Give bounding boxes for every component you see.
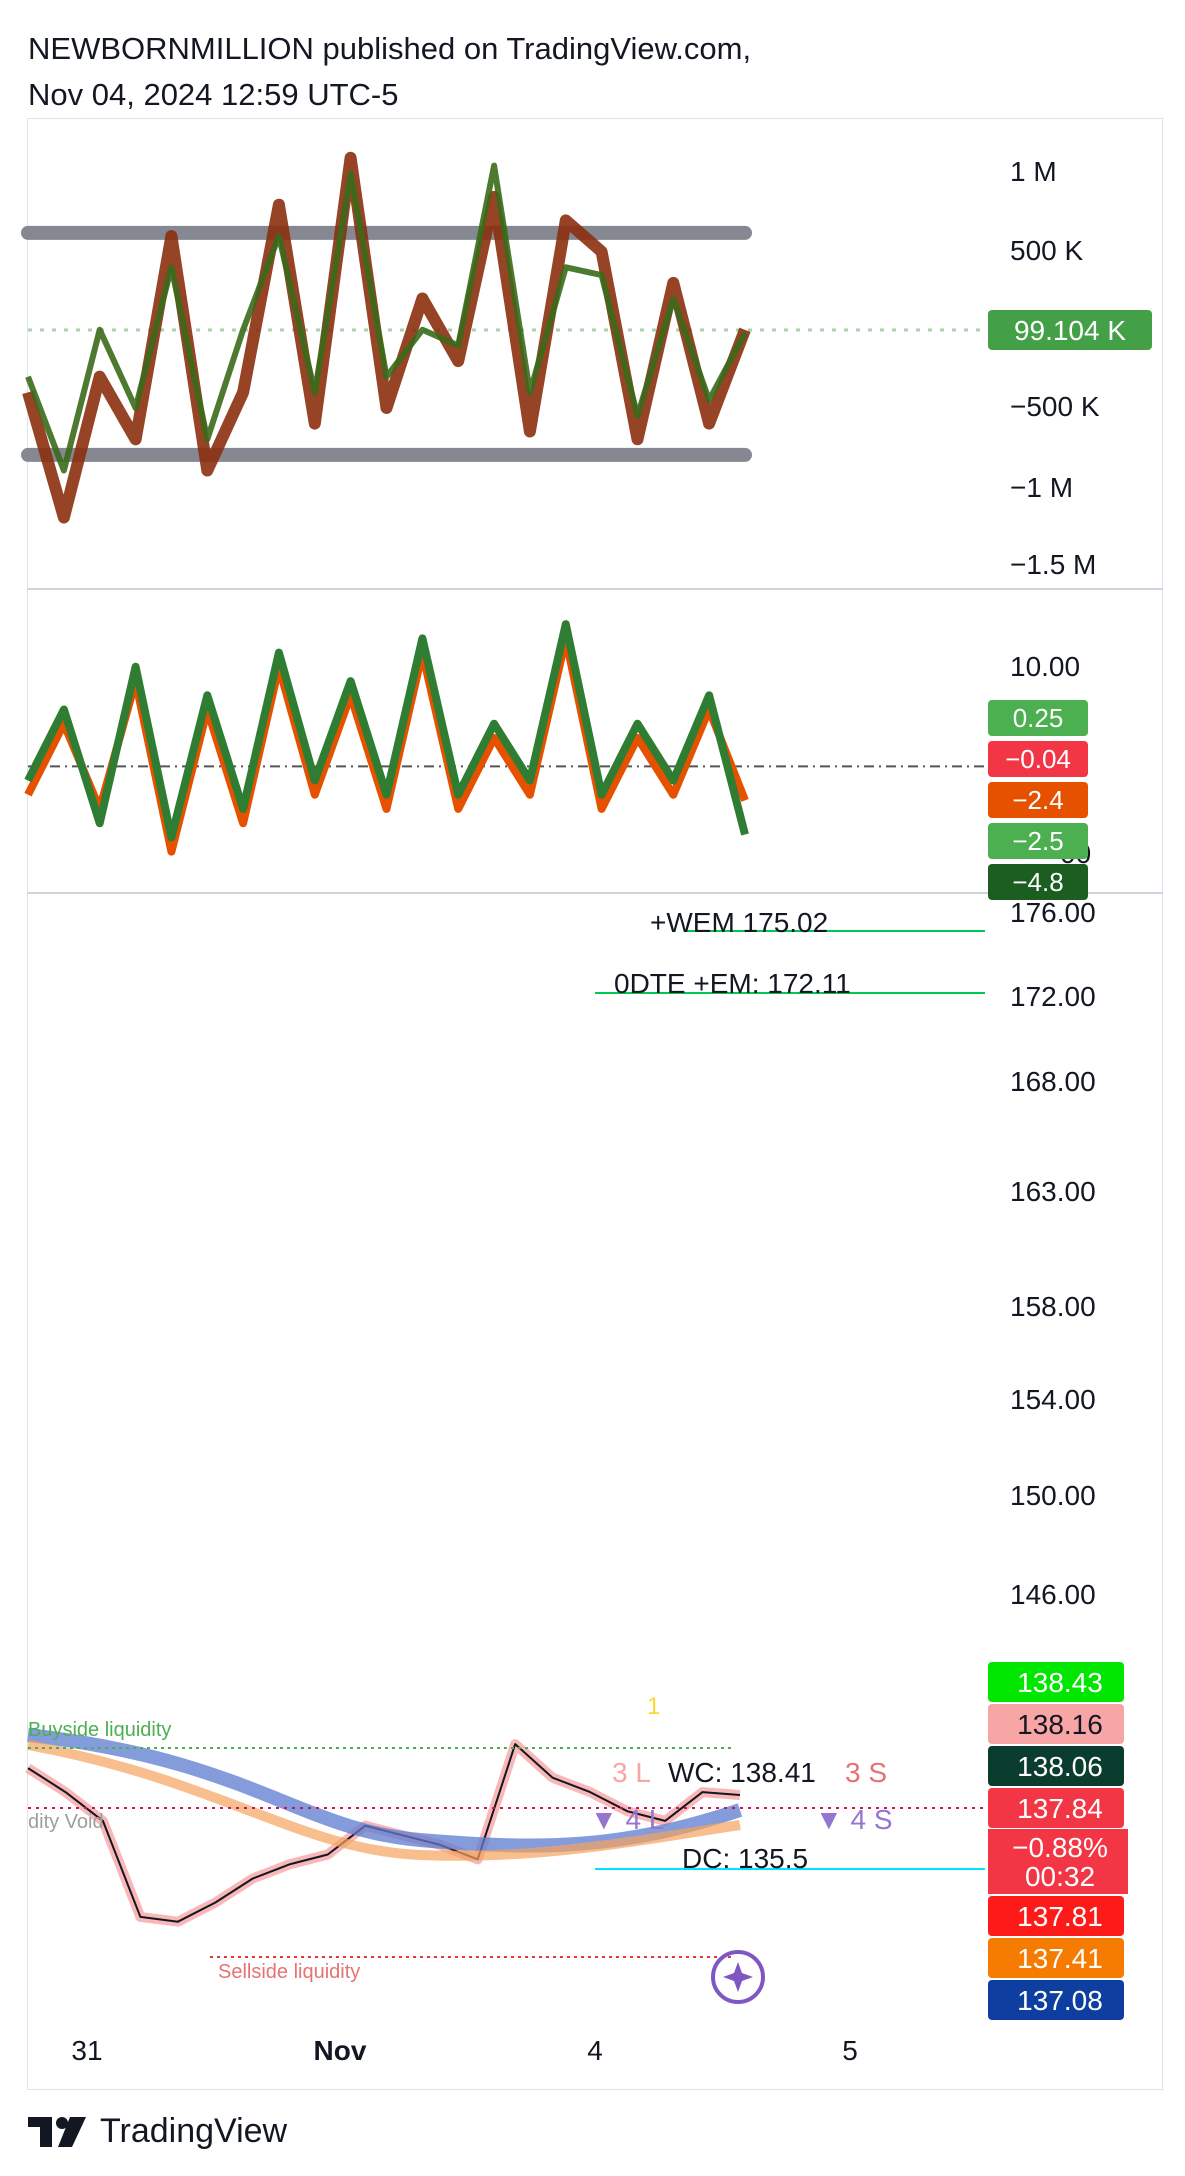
- oscillator-panel: [24, 620, 985, 856]
- y-tick-label: 163.00: [1010, 1176, 1096, 1207]
- price-panel: +WEM 175.02 0DTE +EM: 172.11 Buyside liqui…: [25, 907, 985, 2004]
- price-label: 138.43: [1017, 1667, 1103, 1698]
- x-tick-label: Nov: [314, 2035, 367, 2066]
- y-tick-label: −500 K: [1010, 391, 1100, 422]
- y-tick-label: 158.00: [1010, 1291, 1096, 1322]
- price-label: 137.84: [1017, 1793, 1103, 1824]
- wem-label: +WEM 175.02: [650, 907, 828, 938]
- y-tick-label: 168.00: [1010, 1066, 1096, 1097]
- x-tick-label: 5: [842, 2035, 858, 2066]
- price-label: 00:32: [1025, 1861, 1095, 1892]
- volume-panel: [21, 151, 985, 524]
- chart-canvas[interactable]: 1 M500 K−500 K−1 M−1.5 M10.0000176.00172…: [0, 0, 1185, 2176]
- value-label: −2.4: [1012, 785, 1063, 815]
- value-label: −4.8: [1012, 867, 1063, 897]
- price-label: 138.16: [1017, 1709, 1103, 1740]
- em-label: 0DTE +EM: 172.11: [614, 968, 851, 999]
- value-label: 0.25: [1013, 703, 1064, 733]
- footer: TradingView: [28, 2112, 287, 2151]
- dc-label: DC: 135.5: [682, 1843, 808, 1874]
- y-tick-label: 1 M: [1010, 156, 1057, 187]
- value-label: −0.04: [1005, 744, 1071, 774]
- x-tick-label: 4: [587, 2035, 603, 2066]
- wc-label: WC: 138.41: [668, 1757, 816, 1788]
- last-value-label: 99.104 K: [1014, 315, 1126, 346]
- y-tick-label: −1.5 M: [1010, 549, 1096, 580]
- y-tick-label: 150.00: [1010, 1480, 1096, 1511]
- price-label: 137.41: [1017, 1943, 1103, 1974]
- value-label: −2.5: [1012, 826, 1063, 856]
- signal-4s: ▼ 4 S: [815, 1804, 893, 1835]
- signal-3s: 3 S: [845, 1757, 887, 1788]
- y-tick-label: 500 K: [1010, 235, 1083, 266]
- y-tick-label: 154.00: [1010, 1384, 1096, 1415]
- signal-3l: 3 L: [612, 1757, 651, 1788]
- sparkle-icon: [723, 1962, 753, 1992]
- sellside-liquidity-label: Sellside liquidity: [218, 1961, 360, 1983]
- signal-4l: ▼ 4 L: [590, 1804, 664, 1835]
- y-tick-label: −1 M: [1010, 472, 1073, 503]
- y-tick-label: 146.00: [1010, 1579, 1096, 1610]
- buyside-liquidity-label: Buyside liquidity: [28, 1719, 171, 1741]
- tradingview-logo-icon: [28, 2116, 86, 2147]
- x-tick-label: 31: [71, 2035, 102, 2066]
- y-tick-label: 10.00: [1010, 651, 1080, 682]
- price-label: 137.81: [1017, 1901, 1103, 1932]
- footer-brand: TradingView: [100, 2112, 288, 2150]
- signal-number: 1: [647, 1693, 660, 1720]
- series-line: [22, 151, 751, 524]
- y-tick-label: 172.00: [1010, 981, 1096, 1012]
- liquidity-void-label: dity Void: [28, 1811, 104, 1833]
- price-label: 137.08: [1017, 1985, 1103, 2016]
- price-label: 138.06: [1017, 1751, 1103, 1782]
- y-tick-label: 176.00: [1010, 897, 1096, 928]
